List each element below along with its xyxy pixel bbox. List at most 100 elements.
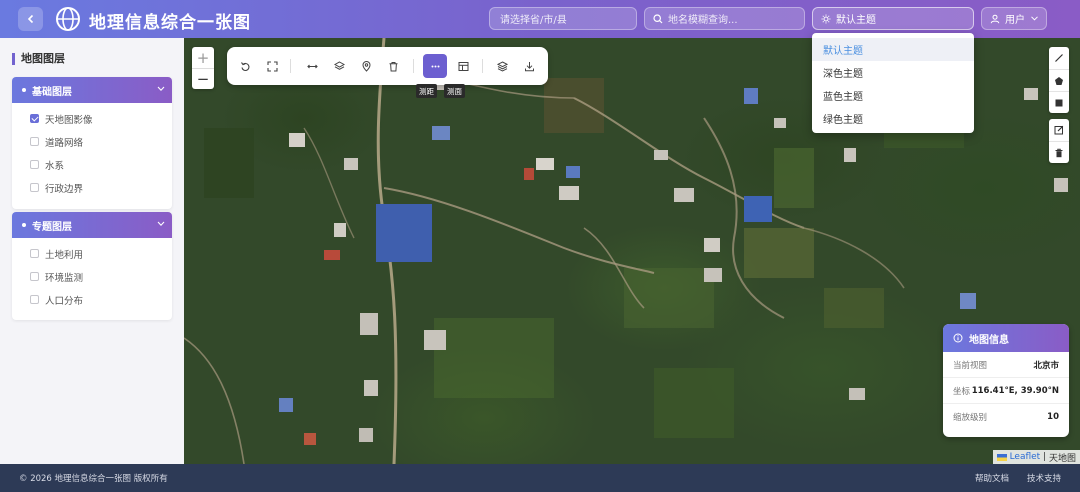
place-search-placeholder: 地名模糊查询... — [668, 15, 738, 26]
clear-button[interactable] — [382, 55, 404, 77]
layer-checkbox-item[interactable]: 道路网络 — [12, 130, 172, 153]
layer-label: 环境监测 — [45, 272, 84, 284]
thematic-layers-title: 专题图层 — [32, 221, 72, 233]
fullscreen-icon — [266, 60, 278, 72]
info-value: 10 — [1047, 412, 1059, 422]
layer-checkbox-item[interactable]: 水系 — [12, 153, 172, 176]
trash-icon — [389, 61, 397, 71]
measure-area-tooltip: 测面 — [444, 84, 465, 98]
footer-links: 帮助文档 技术支持 — [957, 464, 1061, 492]
layer-sidebar: 地图图层 基础图层 天地图影像 道路网络 水系 行政边界 专题图层 土地利用 环… — [0, 38, 184, 464]
theme-dropdown: 默认主题 深色主题 蓝色主题 绿色主题 — [812, 33, 974, 133]
download-icon — [524, 61, 534, 71]
map-attribution: Leaflet | 天地图 — [992, 450, 1080, 464]
basemap-button[interactable] — [491, 55, 513, 77]
info-row-zoom: 缩放级别 10 — [943, 404, 1069, 430]
location-pin-icon — [361, 60, 371, 72]
info-row-view: 当前视图 北京市 — [943, 352, 1069, 378]
undo-icon — [240, 61, 249, 71]
place-search-input[interactable]: 地名模糊查询... — [644, 7, 805, 30]
delete-layers-button[interactable] — [1049, 141, 1069, 163]
measure-distance-icon — [306, 64, 318, 68]
checkbox[interactable] — [30, 295, 39, 304]
info-label: 当前视图 — [953, 360, 988, 371]
checkbox[interactable] — [30, 183, 39, 192]
ukraine-flag-icon — [996, 453, 1007, 461]
location-button[interactable] — [355, 55, 377, 77]
thematic-layers-header[interactable]: 专题图层 — [12, 212, 172, 238]
layer-checkbox-item[interactable]: 行政边界 — [12, 176, 172, 199]
measure-distance-tooltip: 测距 — [416, 84, 437, 98]
checkbox[interactable] — [30, 137, 39, 146]
region-select[interactable]: 请选择省/市/县 — [489, 7, 637, 30]
more-dots-icon — [431, 65, 439, 67]
help-docs-link[interactable]: 帮助文档 — [975, 472, 1009, 484]
theme-option-default[interactable]: 默认主题 — [812, 38, 974, 61]
rectangle-icon — [1055, 99, 1063, 106]
layer-checkbox-item[interactable]: 人口分布 — [12, 288, 172, 311]
toolbar-divider — [482, 59, 483, 73]
edit-icon — [1054, 125, 1064, 135]
attribution-separator: | — [1040, 452, 1049, 462]
layer-label: 行政边界 — [45, 183, 84, 195]
search-icon — [653, 13, 663, 23]
draw-toolbar — [1049, 47, 1069, 113]
tech-support-link[interactable]: 技术支持 — [1027, 472, 1061, 484]
region-select-placeholder: 请选择省/市/县 — [500, 15, 567, 26]
checkbox-checked[interactable] — [30, 114, 39, 123]
polyline-icon — [1055, 54, 1063, 62]
map-info-header: 地图信息 — [943, 324, 1069, 352]
globe-icon — [56, 7, 80, 31]
chevron-down-icon — [157, 221, 165, 227]
leaflet-link[interactable]: Leaflet — [1010, 452, 1041, 462]
tianditu-attribution: 天地图 — [1048, 453, 1076, 464]
chevron-down-icon — [1031, 16, 1038, 21]
toolbar-divider — [290, 59, 291, 73]
stack-icon — [496, 60, 508, 72]
base-layers-header[interactable]: 基础图层 — [12, 77, 172, 103]
theme-option-blue[interactable]: 蓝色主题 — [812, 84, 974, 107]
app-footer: © 2026 地理信息综合一张图 版权所有 帮助文档 技术支持 — [0, 464, 1080, 492]
measure-tool-button[interactable] — [423, 54, 447, 78]
sun-icon — [821, 14, 831, 23]
info-icon — [953, 333, 963, 343]
theme-select[interactable]: 默认主题 — [812, 7, 974, 30]
layer-label: 人口分布 — [45, 295, 84, 307]
layer-label: 道路网络 — [45, 137, 84, 149]
layer-label: 水系 — [45, 160, 65, 172]
map-info-title: 地图信息 — [969, 334, 1009, 346]
back-button[interactable] — [18, 7, 43, 31]
sidebar-title: 地图图层 — [12, 53, 65, 65]
layer-checkbox-item[interactable]: 环境监测 — [12, 265, 172, 288]
info-label: 坐标 — [953, 386, 971, 397]
zoom-in-button[interactable]: + — [192, 47, 214, 68]
checkbox[interactable] — [30, 272, 39, 281]
fullscreen-button[interactable] — [261, 55, 283, 77]
zoom-out-button[interactable]: − — [192, 68, 214, 89]
theme-option-dark[interactable]: 深色主题 — [812, 61, 974, 84]
draw-rectangle-button[interactable] — [1049, 91, 1069, 113]
draw-polyline-button[interactable] — [1049, 47, 1069, 69]
undo-button[interactable] — [234, 55, 256, 77]
layer-checkbox-item[interactable]: 土地利用 — [12, 242, 172, 265]
info-row-coordinates: 坐标 116.41°E, 39.90°N — [943, 378, 1069, 404]
theme-select-value: 默认主题 — [836, 15, 876, 26]
chevron-down-icon — [157, 86, 165, 92]
draw-polygon-button[interactable] — [1049, 69, 1069, 91]
user-label: 用户 — [1005, 15, 1025, 26]
polygon-icon — [1055, 76, 1063, 85]
info-label: 缩放级别 — [953, 413, 988, 423]
checkbox[interactable] — [30, 249, 39, 258]
measure-distance-button[interactable] — [301, 55, 323, 77]
thematic-layers-panel: 专题图层 土地利用 环境监测 人口分布 — [12, 212, 172, 320]
edit-layers-button[interactable] — [1049, 119, 1069, 141]
user-menu-button[interactable]: 用户 — [981, 7, 1047, 30]
layer-checkbox-item[interactable]: 天地图影像 — [12, 107, 172, 130]
theme-option-green[interactable]: 绿色主题 — [812, 107, 974, 130]
copyright-text: © 2026 地理信息综合一张图 版权所有 — [19, 474, 168, 484]
attribute-table-button[interactable] — [452, 55, 474, 77]
checkbox[interactable] — [30, 160, 39, 169]
export-button[interactable] — [518, 55, 540, 77]
layers-button[interactable] — [328, 55, 350, 77]
map-info-panel: 地图信息 当前视图 北京市 坐标 116.41°E, 39.90°N 缩放级别 10 — [943, 324, 1069, 437]
